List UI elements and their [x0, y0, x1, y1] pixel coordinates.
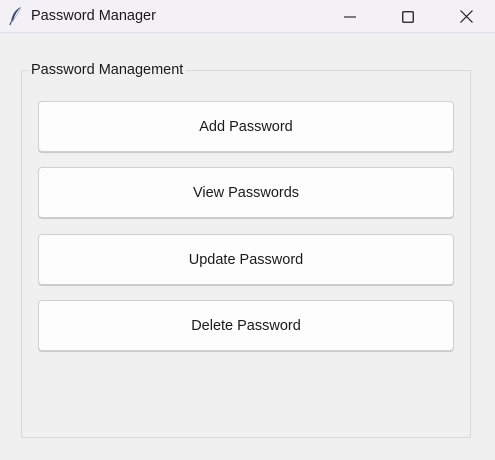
maximize-icon — [402, 10, 414, 23]
add-password-button[interactable]: Add Password — [38, 101, 454, 152]
maximize-button[interactable] — [379, 0, 437, 33]
window-title: Password Manager — [31, 8, 156, 24]
close-button[interactable] — [437, 0, 495, 33]
frame-title: Password Management — [28, 61, 187, 79]
title-bar[interactable]: Password Manager — [0, 0, 495, 33]
minimize-icon — [344, 11, 356, 23]
minimize-button[interactable] — [321, 0, 379, 33]
app-window: Password Manager Password Management Add… — [0, 0, 495, 460]
close-icon — [459, 10, 473, 23]
delete-password-button[interactable]: Delete Password — [38, 300, 454, 351]
update-password-button[interactable]: Update Password — [38, 234, 454, 285]
feather-icon — [8, 6, 24, 26]
view-passwords-button[interactable]: View Passwords — [38, 167, 454, 218]
